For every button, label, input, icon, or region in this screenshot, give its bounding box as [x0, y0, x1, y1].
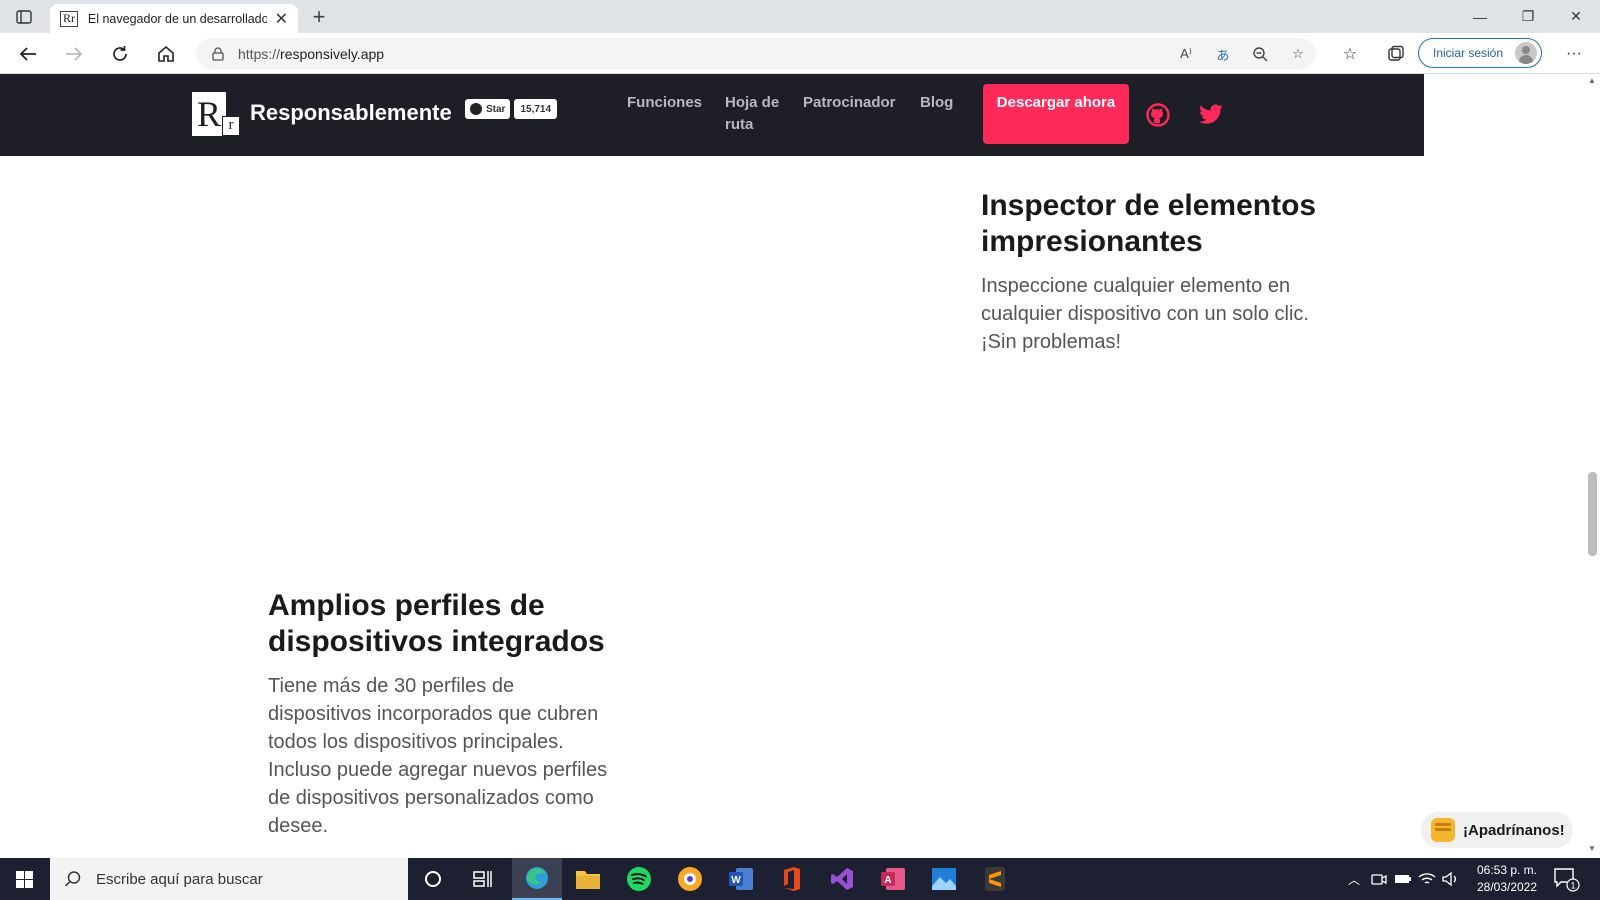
address-bar[interactable]: https://responsively.app A⁾ あ ☆ — [196, 38, 1316, 69]
star-label: Star — [486, 103, 506, 115]
github-star-button[interactable]: Star — [465, 99, 511, 119]
read-aloud-icon[interactable]: A⁾ — [1174, 42, 1198, 66]
clock-time: 06:53 p. m. — [1476, 863, 1538, 877]
twitter-icon[interactable] — [1198, 102, 1224, 128]
github-octocat-icon — [470, 103, 482, 115]
minimize-icon[interactable]: — — [1456, 0, 1504, 33]
notification-count: 1 — [1570, 881, 1575, 891]
window-close-icon[interactable]: ✕ — [1552, 0, 1600, 33]
windows-start-icon[interactable] — [0, 858, 48, 900]
taskbar-search-box[interactable]: Escribe aquí para buscar — [50, 858, 408, 900]
restore-icon[interactable]: ❐ — [1504, 0, 1552, 33]
favorites-icon[interactable]: ☆ — [1336, 40, 1364, 68]
file-explorer-icon[interactable] — [563, 858, 613, 900]
profile-avatar-icon — [1515, 42, 1537, 64]
taskbar-clock[interactable]: 06:53 p. m. 28/03/2022 — [1472, 862, 1542, 896]
search-icon — [64, 870, 82, 888]
browser-tab-strip: Rr El navegador de un desarrollador ✕ + … — [0, 0, 1600, 33]
scroll-up-icon[interactable]: ▲ — [1588, 76, 1596, 85]
zoom-out-icon[interactable] — [1248, 42, 1272, 66]
signin-label: Iniciar sesión — [1433, 46, 1504, 60]
spotify-icon[interactable] — [614, 858, 664, 900]
nav-hoja-de-ruta[interactable]: Hoja de ruta — [725, 92, 795, 136]
scroll-down-icon[interactable]: ▼ — [1588, 844, 1596, 853]
sublime-text-icon[interactable] — [970, 858, 1020, 900]
github-icon[interactable] — [1145, 102, 1171, 128]
forward-arrow-icon[interactable] — [60, 40, 88, 68]
access-icon[interactable]: A — [868, 858, 918, 900]
translate-icon[interactable]: あ — [1211, 42, 1235, 66]
lock-icon[interactable] — [210, 46, 226, 62]
signin-button[interactable]: Iniciar sesión — [1418, 38, 1542, 68]
tab-close-icon[interactable]: ✕ — [275, 9, 288, 29]
scrollbar-thumb[interactable] — [1588, 472, 1597, 556]
feature-device-profiles: Amplios perfiles de dispositivos integra… — [268, 588, 618, 840]
office-icon[interactable] — [766, 858, 816, 900]
github-star-count[interactable]: 15,714 — [514, 99, 558, 119]
word-icon[interactable]: W — [716, 858, 766, 900]
sponsor-label: ¡Apadrínanos! — [1463, 821, 1565, 839]
logo-letter-big: R — [192, 92, 226, 136]
feature-description: Inspeccione cualquier elemento en cualqu… — [981, 275, 1309, 353]
cortana-icon[interactable] — [408, 858, 458, 900]
page-scrollbar[interactable]: ▲ ▼ — [1584, 74, 1600, 858]
windows-taskbar: Escribe aquí para buscar W A ︿ 06:53 p. … — [0, 858, 1600, 900]
photos-icon[interactable] — [919, 858, 969, 900]
edge-browser-icon[interactable] — [512, 858, 562, 900]
visual-studio-icon[interactable] — [817, 858, 867, 900]
browser-toolbar: https://responsively.app A⁾ あ ☆ ☆ Inicia… — [0, 33, 1600, 74]
raised-fist-icon — [1431, 818, 1455, 842]
task-view-icon[interactable] — [458, 858, 508, 900]
nav-blog[interactable]: Blog — [920, 92, 953, 114]
svg-text:A: A — [884, 875, 891, 886]
url-text[interactable]: https://responsively.app — [238, 46, 384, 62]
site-header: R r Responsablemente Star 15,714 Funcion… — [0, 74, 1424, 156]
tab-actions-icon[interactable] — [12, 7, 36, 27]
logo-letter-small: r — [222, 116, 240, 136]
download-now-button[interactable]: Descargar ahora — [983, 84, 1129, 144]
nav-patrocinador[interactable]: Patrocinador — [803, 92, 896, 114]
battery-icon[interactable] — [1392, 858, 1414, 900]
volume-icon[interactable] — [1440, 858, 1462, 900]
browser-tab-active[interactable]: Rr El navegador de un desarrollador ✕ — [50, 4, 298, 33]
settings-more-icon[interactable]: ··· — [1560, 40, 1588, 68]
site-logo[interactable]: R r — [192, 92, 242, 136]
show-hidden-icons-icon[interactable]: ︿ — [1344, 858, 1364, 900]
feature-description: Tiene más de 30 perfiles de dispositivos… — [268, 675, 608, 837]
feature-inspector: Inspector de elementos impresionantes In… — [981, 188, 1341, 356]
feature-title: Inspector de elementos impresionantes — [981, 189, 1317, 258]
tab-title: El navegador de un desarrollador — [87, 11, 267, 26]
back-arrow-icon[interactable] — [14, 40, 42, 68]
sponsor-us-button[interactable]: ¡Apadrínanos! — [1421, 812, 1573, 848]
github-star-widget[interactable]: Star 15,714 — [465, 99, 558, 119]
nav-funciones[interactable]: Funciones — [627, 92, 702, 114]
home-icon[interactable] — [152, 40, 180, 68]
new-tab-icon[interactable]: + — [306, 4, 332, 30]
clock-date: 28/03/2022 — [1476, 880, 1538, 894]
collections-icon[interactable] — [1382, 40, 1410, 68]
add-favorite-icon[interactable]: ☆ — [1286, 42, 1310, 66]
brave-browser-icon[interactable] — [665, 858, 715, 900]
meet-now-icon[interactable] — [1368, 858, 1390, 900]
wifi-icon[interactable] — [1416, 858, 1438, 900]
site-favicon-icon: Rr — [60, 10, 78, 27]
feature-title: Amplios perfiles de dispositivos integra… — [268, 589, 605, 658]
svg-text:W: W — [731, 875, 741, 886]
brand-name[interactable]: Responsablemente — [250, 100, 452, 126]
refresh-icon[interactable] — [106, 40, 134, 68]
taskbar-search-placeholder: Escribe aquí para buscar — [96, 870, 263, 888]
window-controls: — ❐ ✕ — [1456, 0, 1600, 33]
notification-center-icon[interactable]: 1 — [1552, 866, 1580, 892]
